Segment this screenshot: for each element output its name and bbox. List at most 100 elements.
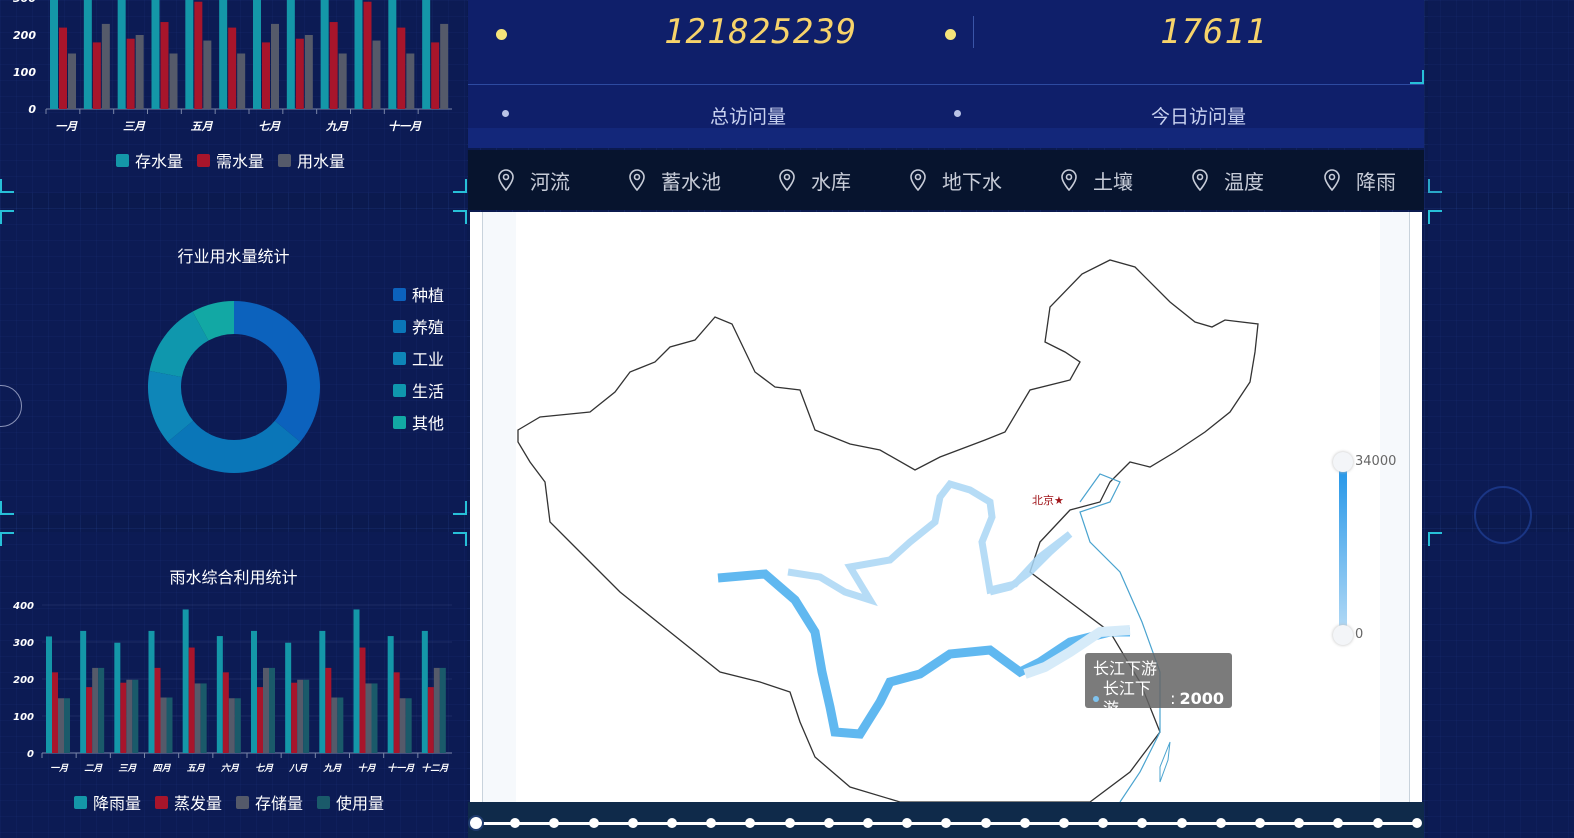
bar[interactable] bbox=[58, 698, 64, 753]
bar[interactable] bbox=[271, 23, 279, 109]
bar[interactable] bbox=[257, 687, 263, 753]
pie-slice[interactable] bbox=[167, 420, 301, 473]
bar[interactable] bbox=[303, 679, 310, 753]
legend-item-living[interactable]: 生活 bbox=[393, 378, 444, 402]
bar[interactable] bbox=[194, 1, 203, 110]
bar[interactable] bbox=[253, 0, 261, 109]
legend-item-usage[interactable]: 使用量 bbox=[317, 790, 384, 814]
bar[interactable] bbox=[117, 0, 126, 109]
timeline-point[interactable] bbox=[902, 818, 913, 828]
bar[interactable] bbox=[319, 630, 326, 753]
timeline-point[interactable] bbox=[549, 818, 560, 828]
legend-item-rainfall[interactable]: 降雨量 bbox=[74, 790, 141, 814]
bar[interactable] bbox=[120, 682, 127, 753]
bar[interactable] bbox=[114, 642, 121, 753]
timeline-point[interactable] bbox=[1059, 818, 1069, 828]
timeline-point[interactable] bbox=[784, 818, 795, 828]
bar[interactable] bbox=[439, 667, 446, 753]
timeline-point[interactable] bbox=[1019, 818, 1030, 828]
bar[interactable] bbox=[331, 697, 338, 754]
bar[interactable] bbox=[372, 40, 381, 109]
timeline-point[interactable] bbox=[745, 818, 756, 828]
bar[interactable] bbox=[228, 698, 235, 753]
bar[interactable] bbox=[338, 53, 347, 110]
bar[interactable] bbox=[325, 667, 332, 753]
legend-item-industry[interactable]: 工业 bbox=[393, 346, 444, 370]
timeline-point[interactable] bbox=[588, 818, 599, 828]
bar[interactable] bbox=[80, 630, 87, 753]
timeline-point[interactable] bbox=[1176, 818, 1187, 828]
tab-reservoir[interactable]: 水库 bbox=[777, 166, 851, 195]
legend-item-evaporation[interactable]: 蒸发量 bbox=[155, 790, 222, 814]
timeline-point[interactable] bbox=[1411, 818, 1422, 828]
bar[interactable] bbox=[237, 53, 246, 110]
timeline-point[interactable] bbox=[667, 818, 677, 828]
bar[interactable] bbox=[363, 1, 372, 110]
bar[interactable] bbox=[353, 609, 360, 753]
tab-cistern[interactable]: 蓄水池 bbox=[627, 166, 721, 195]
bar[interactable] bbox=[194, 683, 201, 753]
bar[interactable] bbox=[422, 0, 431, 109]
bar[interactable] bbox=[126, 38, 135, 110]
bar[interactable] bbox=[393, 672, 400, 753]
bar[interactable] bbox=[269, 667, 275, 753]
bar[interactable] bbox=[68, 53, 76, 110]
timeline-point[interactable] bbox=[1215, 818, 1226, 828]
bar[interactable] bbox=[320, 0, 329, 109]
bar[interactable] bbox=[291, 682, 298, 753]
legend-item-demand[interactable]: 需水量 bbox=[197, 148, 264, 172]
bar[interactable] bbox=[219, 0, 228, 109]
bar[interactable] bbox=[126, 679, 133, 753]
timeline-point[interactable] bbox=[863, 818, 873, 828]
bar[interactable] bbox=[166, 697, 173, 754]
tab-temperature[interactable]: 温度 bbox=[1190, 166, 1264, 195]
pie-slice[interactable] bbox=[234, 301, 320, 442]
tab-rainfall[interactable]: 降雨 bbox=[1322, 166, 1396, 195]
bar[interactable] bbox=[188, 647, 195, 753]
timeline-point[interactable] bbox=[1372, 818, 1383, 828]
bar[interactable] bbox=[46, 636, 52, 753]
legend-item-other[interactable]: 其他 bbox=[393, 410, 444, 434]
bar[interactable] bbox=[101, 23, 110, 109]
timeline-point[interactable] bbox=[510, 818, 521, 828]
bar[interactable] bbox=[160, 22, 169, 109]
bar[interactable] bbox=[337, 697, 344, 754]
bar[interactable] bbox=[251, 630, 257, 753]
legend-item-usage[interactable]: 用水量 bbox=[278, 148, 345, 172]
legend-item-planting[interactable]: 种植 bbox=[393, 282, 444, 306]
bar[interactable] bbox=[182, 609, 189, 753]
bar[interactable] bbox=[359, 647, 366, 753]
bar[interactable] bbox=[83, 0, 92, 109]
bar[interactable] bbox=[421, 630, 428, 753]
bar[interactable] bbox=[263, 667, 269, 753]
bar[interactable] bbox=[427, 687, 434, 753]
bar[interactable] bbox=[92, 42, 101, 109]
bar[interactable] bbox=[297, 679, 304, 753]
bar[interactable] bbox=[148, 630, 155, 753]
bar[interactable] bbox=[405, 698, 412, 753]
bar[interactable] bbox=[160, 697, 167, 754]
visual-map-bottom-handle[interactable] bbox=[1333, 625, 1353, 645]
tab-groundwater[interactable]: 地下水 bbox=[908, 166, 1002, 195]
timeline-current-point[interactable] bbox=[468, 815, 484, 831]
bar[interactable] bbox=[440, 23, 449, 109]
timeline-point[interactable] bbox=[627, 818, 638, 828]
bar[interactable] bbox=[406, 53, 415, 110]
china-water-map[interactable]: 北京★ bbox=[470, 212, 1422, 802]
bar[interactable] bbox=[59, 27, 67, 110]
bar[interactable] bbox=[365, 683, 372, 753]
tab-soil[interactable]: 土壤 bbox=[1059, 166, 1133, 195]
bar[interactable] bbox=[50, 0, 58, 109]
bar[interactable] bbox=[304, 35, 313, 109]
bar[interactable] bbox=[222, 672, 229, 753]
timeline-point[interactable] bbox=[1294, 818, 1305, 828]
bar[interactable] bbox=[154, 667, 161, 753]
timeline-point[interactable] bbox=[823, 818, 834, 828]
legend-item-breeding[interactable]: 养殖 bbox=[393, 314, 444, 338]
bar[interactable] bbox=[86, 687, 93, 753]
bar[interactable] bbox=[92, 667, 99, 753]
bar[interactable] bbox=[135, 35, 144, 109]
bar[interactable] bbox=[151, 0, 160, 109]
bar[interactable] bbox=[64, 698, 70, 753]
timeline-slider[interactable] bbox=[468, 802, 1424, 838]
